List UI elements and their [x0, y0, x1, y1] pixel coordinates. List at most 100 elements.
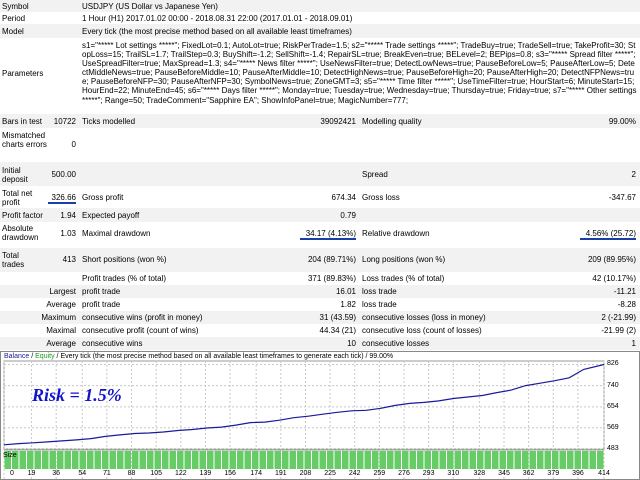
bars-label: Bars in test [2, 117, 43, 126]
profit-trades-label: Profit trades (% of total) [82, 274, 167, 283]
size-bar [64, 451, 71, 469]
x-tick-label: 414 [598, 470, 610, 477]
x-tick-label: 328 [473, 470, 486, 477]
row-trades: Total trades 413 Short positions (won %)… [0, 248, 640, 272]
size-bar [282, 451, 289, 469]
max-cons-losses-value: 2 (-21.99) [601, 313, 636, 322]
largest-profit-label: profit trade [82, 287, 121, 296]
row-model: Model Every tick (the most precise metho… [0, 24, 640, 38]
abs-dd-value: 1.03 [60, 229, 76, 238]
size-bar [147, 451, 154, 469]
row-largest: Largest profit trade 16.01 loss trade -1… [0, 285, 640, 298]
maximal-label: Maximal [46, 326, 76, 335]
size-bar [177, 451, 184, 469]
y-tick-label: 740 [607, 381, 619, 389]
size-bar [297, 451, 304, 469]
x-tick-label: 156 [224, 470, 236, 477]
model-label: Model [2, 27, 24, 36]
symbol-label: Symbol [2, 2, 29, 11]
size-bar [192, 451, 199, 469]
avg-loss-label: loss trade [362, 300, 397, 309]
gross-loss-label: Gross loss [362, 193, 400, 202]
balance-chart: Balance / Equity / Every tick (the most … [0, 351, 640, 480]
size-bar [514, 451, 521, 469]
size-bar [19, 451, 26, 469]
long-value: 209 (89.95%) [587, 255, 636, 264]
size-bar [439, 451, 446, 469]
x-tick-label: 122 [174, 470, 187, 477]
pf-label: Profit factor [2, 211, 43, 220]
row-profit-trades: Profit trades (% of total) 371 (89.83%) … [0, 272, 640, 285]
rel-dd-label: Relative drawdown [362, 229, 430, 238]
size-bar [364, 451, 371, 469]
period-value: 1 Hour (H1) 2017.01.02 00:00 - 2018.08.3… [82, 14, 353, 23]
deposit-value: 500.00 [51, 170, 76, 179]
row-average-consecutive: Average consecutive wins 10 consecutive … [0, 337, 640, 350]
size-bar [447, 451, 454, 469]
size-bar [184, 451, 191, 469]
row-period: Period 1 Hour (H1) 2017.01.02 00:00 - 20… [0, 12, 640, 24]
size-bar [229, 451, 236, 469]
size-bar [559, 451, 566, 469]
x-tick-label: 259 [373, 470, 386, 477]
size-bar [214, 451, 221, 469]
size-bar [432, 451, 439, 469]
largest-loss-value: -11.21 [613, 287, 636, 296]
size-bar [477, 451, 484, 469]
loss-trades-label: Loss trades (% of total) [362, 274, 445, 283]
x-tick-label: 105 [150, 470, 163, 477]
x-tick-label: 276 [398, 470, 410, 477]
parameters-value: s1="***** Lot settings *****"; FixedLot=… [82, 41, 637, 105]
size-bar [117, 451, 124, 469]
x-tick-label: 191 [274, 470, 287, 477]
size-bar [349, 451, 356, 469]
deposit-label: Initial deposit [2, 166, 28, 184]
size-bar [394, 451, 401, 469]
avg-profit-label: profit trade [82, 300, 121, 309]
row-maximal: Maximal consecutive profit (count of win… [0, 324, 640, 337]
size-bar [169, 451, 176, 469]
profit-trades-value: 371 (89.83%) [307, 274, 356, 283]
size-bar [357, 451, 364, 469]
size-bar [57, 451, 64, 469]
x-tick-label: 362 [522, 470, 535, 477]
size-bar [319, 451, 326, 469]
long-label: Long positions (won %) [362, 255, 446, 264]
size-bar [492, 451, 499, 469]
maxl-cons-loss-value: -21.99 (2) [601, 326, 636, 335]
symbol-value: USDJPY (US Dollar vs Japanese Yen) [82, 2, 218, 11]
size-bar [132, 451, 139, 469]
size-bar [34, 451, 41, 469]
rel-dd-value: 4.56% (25.72) [580, 229, 636, 240]
x-tick-label: 310 [447, 470, 460, 477]
mismatch-value: 0 [71, 140, 76, 149]
avg-profit-value: 1.82 [340, 300, 356, 309]
row-maximum: Maximum consecutive wins (profit in mone… [0, 311, 640, 324]
size-bar [544, 451, 551, 469]
trades-value: 413 [62, 255, 76, 264]
size-bar [207, 451, 214, 469]
bars-value: 10722 [53, 117, 76, 126]
max-cons-wins-label: consecutive wins (profit in money) [82, 313, 203, 322]
balance-chart-svg [0, 351, 640, 480]
y-tick-label: 654 [607, 402, 619, 410]
x-tick-label: 19 [27, 470, 36, 477]
average2-label: Average [46, 339, 76, 348]
parameters-label: Parameters [2, 69, 44, 78]
x-tick-label: 88 [127, 470, 136, 477]
size-bar [589, 451, 596, 469]
model-value: Every tick (the most precise method base… [82, 27, 352, 36]
x-tick-label: 225 [324, 470, 336, 477]
size-bar [259, 451, 266, 469]
x-tick-label: 54 [78, 470, 87, 477]
size-bar [582, 451, 589, 469]
size-bar [267, 451, 274, 469]
row-drawdown: Absolute drawdown 1.03 Maximal drawdown … [0, 222, 640, 246]
avg-loss-value: -8.28 [617, 300, 636, 309]
chart-title-rest: / Every tick (the most precise method ba… [54, 353, 394, 360]
size-bar [507, 451, 514, 469]
size-bar [237, 451, 244, 469]
row-deposit: Initial deposit 500.00 Spread 2 [0, 162, 640, 186]
y-tick-label: 826 [607, 360, 619, 368]
spread-label: Spread [362, 170, 388, 179]
